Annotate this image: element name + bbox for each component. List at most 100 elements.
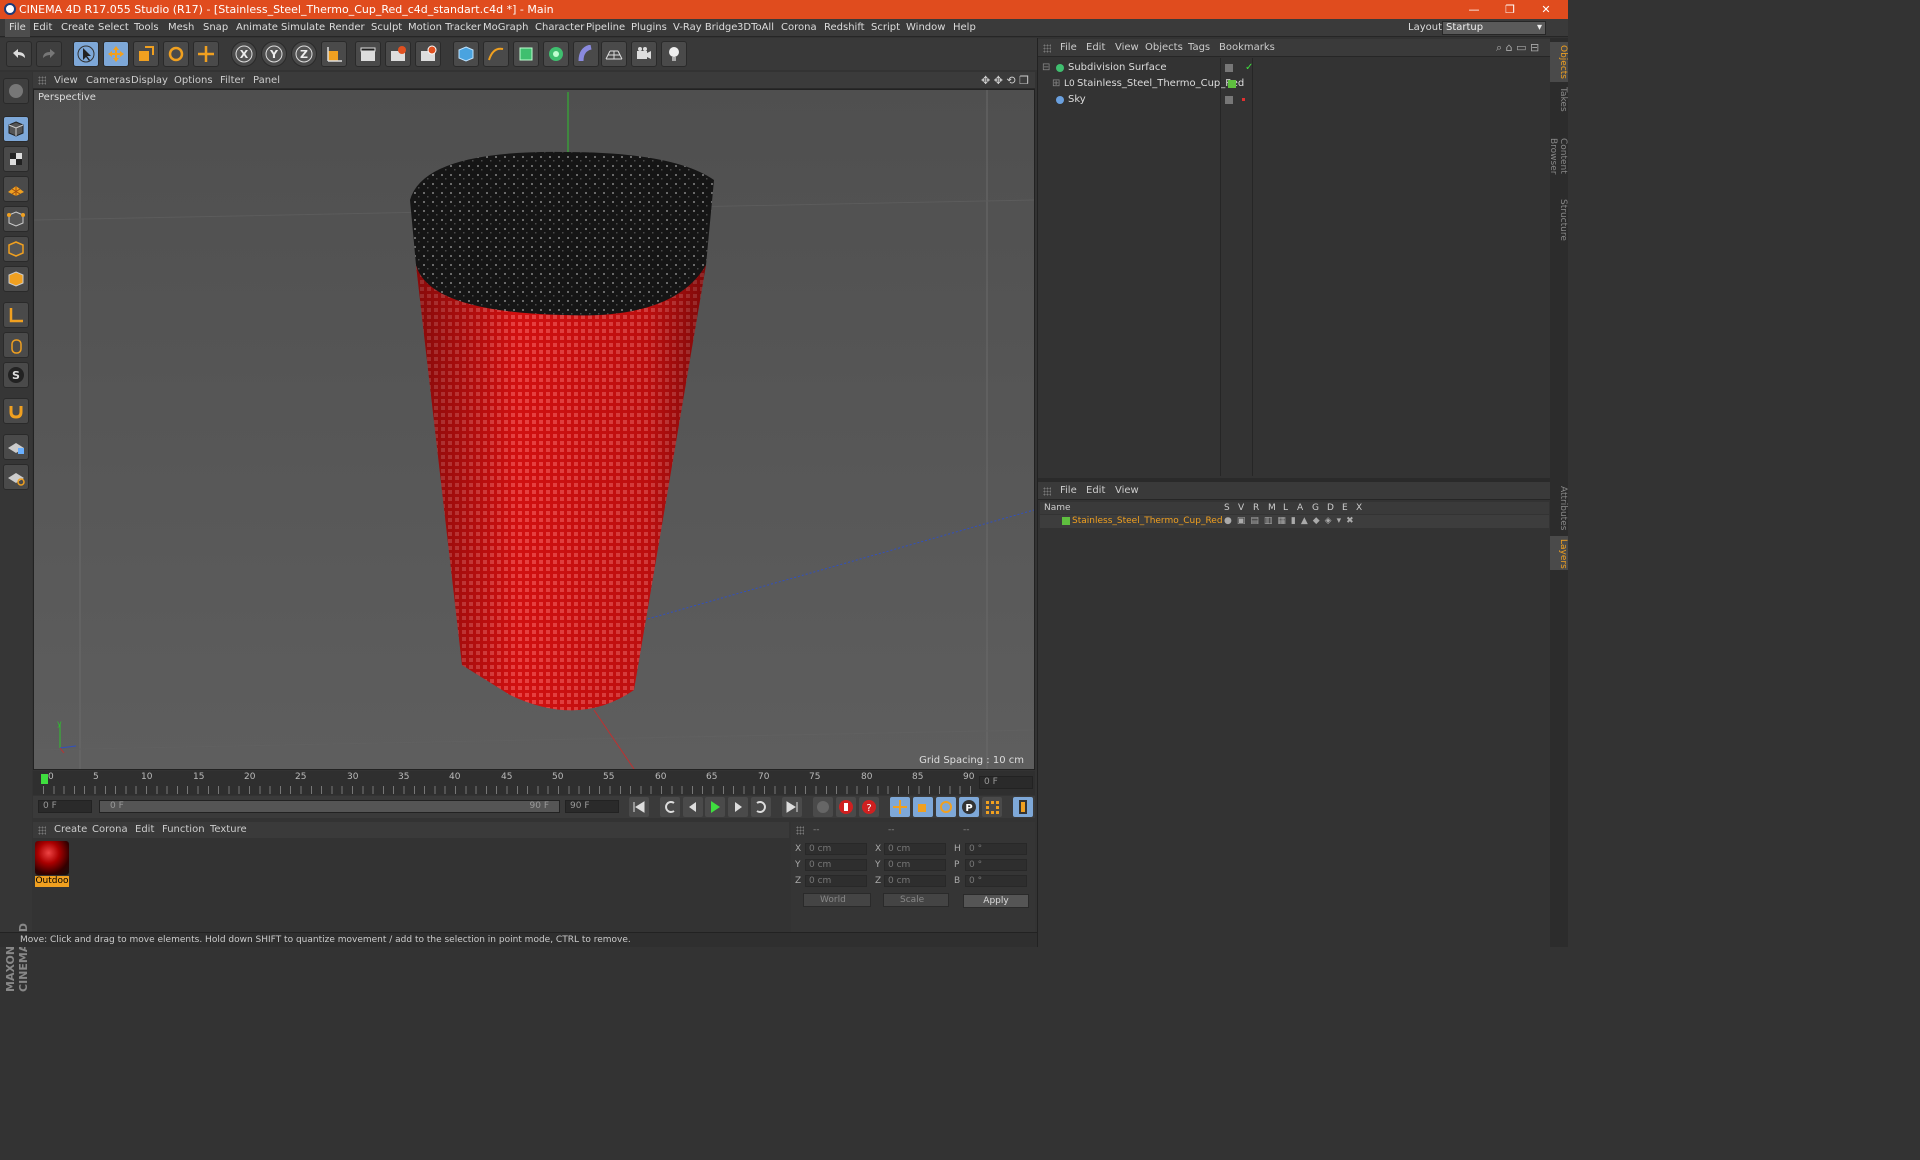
- tab-structure[interactable]: Structure: [1550, 196, 1568, 241]
- y-axis-lock[interactable]: Y: [261, 41, 287, 67]
- menu-mesh[interactable]: Mesh: [168, 19, 194, 37]
- object-name[interactable]: Subdivision Surface: [1068, 60, 1167, 76]
- material-menu-texture[interactable]: Texture: [210, 822, 247, 838]
- make-editable-button[interactable]: [3, 78, 29, 104]
- keyframe-selection-button[interactable]: [813, 797, 833, 817]
- add-mograph-button[interactable]: [543, 41, 569, 67]
- render-settings-button[interactable]: [415, 41, 441, 67]
- record-button[interactable]: [836, 797, 856, 817]
- axis-mode-button[interactable]: [3, 302, 29, 328]
- key-parameter-toggle[interactable]: P: [959, 797, 979, 817]
- playhead-marker[interactable]: [41, 774, 48, 784]
- undo-button[interactable]: [6, 41, 32, 67]
- material-menu-create[interactable]: Create: [54, 822, 87, 838]
- move-tool[interactable]: [103, 41, 129, 67]
- viewport-menu-options[interactable]: Options: [174, 72, 213, 89]
- viewport-navigation-icons[interactable]: ✥ ✥ ⟲ ❐: [981, 74, 1029, 87]
- tab-layers[interactable]: Layers: [1550, 536, 1568, 570]
- material-preview-thumbnail[interactable]: [35, 841, 69, 875]
- object-menu-objects[interactable]: Objects: [1145, 39, 1183, 57]
- snap-button[interactable]: S: [3, 362, 29, 388]
- size-mode-dropdown[interactable]: Scale: [883, 893, 949, 907]
- menu-file[interactable]: File: [5, 19, 30, 37]
- tab-takes[interactable]: Takes: [1550, 84, 1568, 114]
- position-x-field[interactable]: 0 cm: [805, 843, 867, 855]
- current-frame-field[interactable]: 0 F: [979, 776, 1033, 789]
- key-scale-toggle[interactable]: [913, 797, 933, 817]
- end-frame-field[interactable]: 90 F: [565, 800, 619, 813]
- viewport-menu-cameras[interactable]: Cameras: [86, 72, 130, 89]
- expand-icon[interactable]: ⊞: [1052, 76, 1060, 92]
- coordinate-system-button[interactable]: [321, 41, 347, 67]
- polygons-mode-button[interactable]: [3, 266, 29, 292]
- object-row-subdivision-surface[interactable]: ⊟ Subdivision Surface ✓: [1042, 60, 1547, 76]
- go-to-start-button[interactable]: [629, 797, 649, 817]
- next-frame-button[interactable]: [728, 797, 748, 817]
- autokey-button[interactable]: ?: [859, 797, 879, 817]
- add-deformer-button[interactable]: [573, 41, 599, 67]
- play-button[interactable]: [705, 797, 725, 817]
- tab-attributes[interactable]: Attributes: [1550, 482, 1568, 534]
- z-axis-lock[interactable]: Z: [291, 41, 317, 67]
- rotate-tool[interactable]: [163, 41, 189, 67]
- go-to-end-button[interactable]: [782, 797, 802, 817]
- position-z-field[interactable]: 0 cm: [805, 875, 867, 887]
- visibility-toggle-icon[interactable]: [1225, 64, 1233, 72]
- visibility-toggle-icon[interactable]: [1225, 96, 1233, 104]
- redo-button[interactable]: [36, 41, 62, 67]
- live-selection-tool[interactable]: [73, 41, 99, 67]
- menu-3dtoall[interactable]: 3DToAll: [737, 19, 774, 37]
- apply-button[interactable]: Apply: [963, 894, 1029, 908]
- previous-frame-button[interactable]: [683, 797, 703, 817]
- layer-menu-edit[interactable]: Edit: [1086, 482, 1105, 500]
- object-menu-file[interactable]: File: [1060, 39, 1077, 57]
- workplane-mode-button[interactable]: [3, 176, 29, 202]
- coordinate-space-dropdown[interactable]: World: [803, 893, 871, 907]
- render-off-dot-icon[interactable]: [1242, 98, 1245, 101]
- material-menu-edit[interactable]: Edit: [135, 822, 154, 838]
- add-nurbs-button[interactable]: [513, 41, 539, 67]
- menu-script[interactable]: Script: [871, 19, 900, 37]
- menu-mograph[interactable]: MoGraph: [483, 19, 528, 37]
- frame-range-slider[interactable]: 0 F 90 F: [99, 800, 560, 813]
- tweak-mode-button[interactable]: [3, 332, 29, 358]
- render-picture-viewer-button[interactable]: [385, 41, 411, 67]
- menu-snap[interactable]: Snap: [203, 19, 228, 37]
- locked-workplane-button[interactable]: [3, 434, 29, 460]
- layer-name[interactable]: Stainless_Steel_Thermo_Cup_Red: [1072, 515, 1223, 528]
- object-menu-tags[interactable]: Tags: [1188, 39, 1210, 57]
- add-spline-button[interactable]: [483, 41, 509, 67]
- maximize-button[interactable]: ❐: [1492, 0, 1528, 19]
- viewport-menu-view[interactable]: View: [54, 72, 78, 89]
- layer-row[interactable]: Stainless_Steel_Thermo_Cup_Red ●▣▤▥▦▮▲◆◈…: [1040, 515, 1549, 528]
- add-camera-button[interactable]: [631, 41, 657, 67]
- menu-corona[interactable]: Corona: [781, 19, 817, 37]
- object-menu-view[interactable]: View: [1115, 39, 1139, 57]
- points-mode-button[interactable]: [3, 206, 29, 232]
- menu-character[interactable]: Character: [535, 19, 584, 37]
- object-name[interactable]: Sky: [1068, 92, 1086, 108]
- object-menu-bookmarks[interactable]: Bookmarks: [1219, 39, 1275, 57]
- tab-objects[interactable]: Objects: [1550, 42, 1568, 82]
- viewport-menu-panel[interactable]: Panel: [253, 72, 280, 89]
- timeline-ruler[interactable]: 0 5 10 15 20 25 30 35 40 45 50 55 60 65 …: [33, 771, 1035, 795]
- menu-edit[interactable]: Edit: [33, 19, 52, 37]
- add-light-button[interactable]: [661, 41, 687, 67]
- menu-help[interactable]: Help: [953, 19, 976, 37]
- material-menu-function[interactable]: Function: [162, 822, 205, 838]
- menu-redshift[interactable]: Redshift: [824, 19, 865, 37]
- recent-tools-button[interactable]: [193, 41, 219, 67]
- menu-window[interactable]: Window: [906, 19, 945, 37]
- layer-color-swatch[interactable]: [1228, 80, 1236, 88]
- render-view-button[interactable]: [355, 41, 381, 67]
- tab-content-browser[interactable]: Content Browser: [1548, 118, 1568, 194]
- key-pla-toggle[interactable]: [982, 797, 1002, 817]
- texture-mode-button[interactable]: [3, 146, 29, 172]
- rotation-p-field[interactable]: 0 °: [965, 859, 1027, 871]
- layer-flag-icons[interactable]: ●▣▤▥▦▮▲◆◈▾✖: [1224, 515, 1359, 528]
- rotation-h-field[interactable]: 0 °: [965, 843, 1027, 855]
- menu-create[interactable]: Create: [61, 19, 94, 37]
- magnet-button[interactable]: [3, 398, 29, 424]
- menu-render[interactable]: Render: [329, 19, 365, 37]
- menu-motion-tracker[interactable]: Motion Tracker: [408, 19, 481, 37]
